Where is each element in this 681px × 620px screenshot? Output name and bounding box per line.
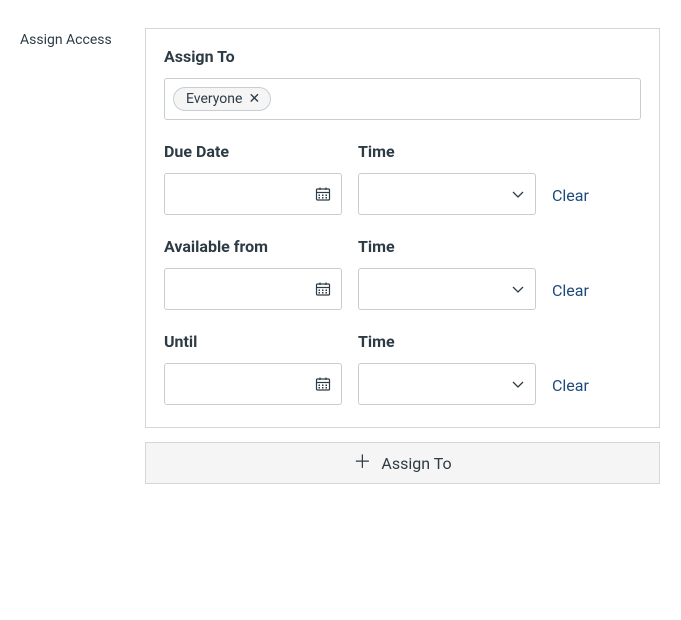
until-row: Until xyxy=(164,332,641,405)
due-time-label: Time xyxy=(358,142,536,161)
until-input-wrap[interactable] xyxy=(164,363,342,405)
close-icon[interactable]: ✕ xyxy=(248,92,260,106)
calendar-icon[interactable] xyxy=(315,376,331,392)
main-column: Assign To Everyone ✕ Due Date xyxy=(145,28,660,484)
due-date-label: Due Date xyxy=(164,142,342,161)
available-from-input-wrap[interactable] xyxy=(164,268,342,310)
clear-available-from-button[interactable]: Clear xyxy=(552,281,589,300)
add-button-label: Assign To xyxy=(381,454,451,473)
available-from-row: Available from xyxy=(164,237,641,310)
until-time-label: Time xyxy=(358,332,536,351)
due-date-input-wrap[interactable] xyxy=(164,173,342,215)
available-from-label: Available from xyxy=(164,237,342,256)
calendar-icon[interactable] xyxy=(315,281,331,297)
assign-access-container: Assign Access Assign To Everyone ✕ Due D… xyxy=(20,28,660,484)
due-time-input[interactable] xyxy=(359,174,535,214)
chevron-down-icon[interactable] xyxy=(511,187,525,201)
assign-access-label: Assign Access xyxy=(20,28,145,48)
available-from-time-select[interactable] xyxy=(358,268,536,310)
assign-to-input[interactable]: Everyone ✕ xyxy=(164,78,641,120)
plus-icon: ＋ xyxy=(353,454,371,472)
assign-card: Assign To Everyone ✕ Due Date xyxy=(145,28,660,428)
until-time-select[interactable] xyxy=(358,363,536,405)
assign-to-tag[interactable]: Everyone ✕ xyxy=(173,87,271,111)
calendar-icon[interactable] xyxy=(315,186,331,202)
available-from-time-input[interactable] xyxy=(359,269,535,309)
add-assign-to-button[interactable]: ＋ Assign To xyxy=(145,442,660,484)
until-label: Until xyxy=(164,332,342,351)
available-from-time-label: Time xyxy=(358,237,536,256)
tag-text: Everyone xyxy=(186,91,242,107)
due-time-select[interactable] xyxy=(358,173,536,215)
chevron-down-icon[interactable] xyxy=(511,282,525,296)
until-time-input[interactable] xyxy=(359,364,535,404)
due-date-row: Due Date xyxy=(164,142,641,215)
clear-until-button[interactable]: Clear xyxy=(552,376,589,395)
assign-to-label: Assign To xyxy=(164,47,641,66)
chevron-down-icon[interactable] xyxy=(511,377,525,391)
clear-due-button[interactable]: Clear xyxy=(552,186,589,205)
